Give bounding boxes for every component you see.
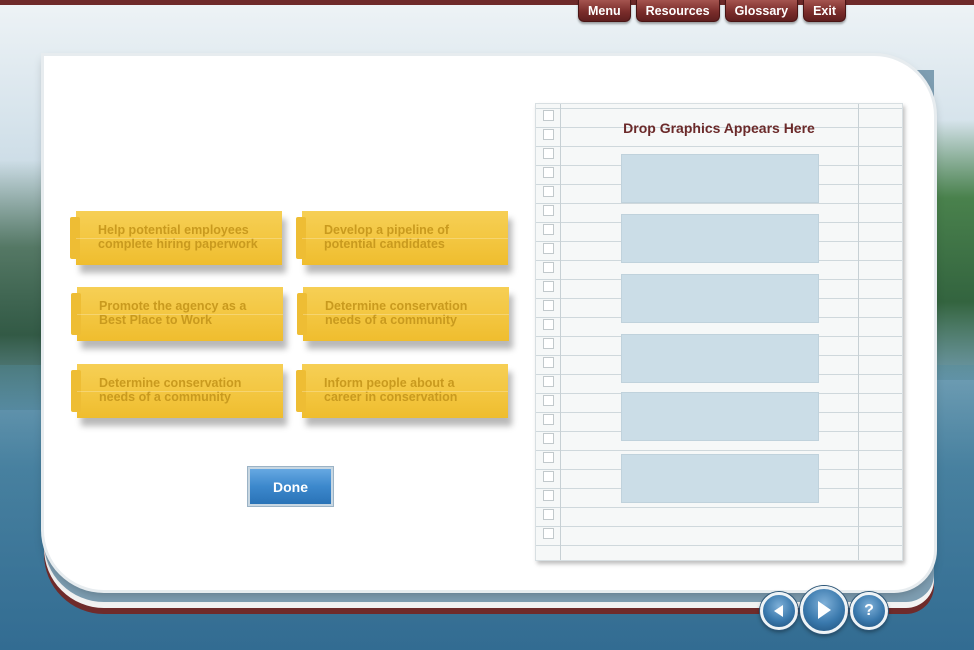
exit-button[interactable]: Exit [803, 0, 847, 22]
notebook-hole [543, 357, 554, 368]
notebook-title: Drop Graphics Appears Here [623, 120, 815, 136]
top-nav: Menu Resources Glossary Exit [578, 0, 847, 22]
notebook-hole [543, 281, 554, 292]
sticky-note[interactable]: Determine conservation needs of a commun… [297, 287, 509, 341]
notebook-hole [543, 186, 554, 197]
notebook-hole [543, 148, 554, 159]
sticky-note[interactable]: Help potential employees complete hiring… [70, 211, 282, 265]
notebook-drop-area: Drop Graphics Appears Here [535, 103, 903, 561]
help-icon: ? [864, 602, 874, 619]
notebook-hole [543, 414, 554, 425]
notebook-hole [543, 300, 554, 311]
notebook-margin-line [858, 104, 859, 560]
notebook-hole [543, 262, 554, 273]
next-arrow-icon [818, 601, 831, 619]
sticky-note[interactable]: Promote the agency as a Best Place to Wo… [71, 287, 283, 341]
drop-zone[interactable] [621, 392, 819, 441]
menu-button[interactable]: Menu [578, 0, 631, 22]
drop-zone[interactable] [621, 214, 819, 263]
notebook-hole [543, 205, 554, 216]
notebook-hole [543, 319, 554, 330]
notebook-hole [543, 224, 554, 235]
back-button[interactable] [760, 592, 798, 630]
sticky-note[interactable]: Determine conservation needs of a commun… [71, 364, 283, 418]
back-arrow-icon [774, 605, 783, 617]
next-button[interactable] [800, 586, 848, 634]
background-trees-right [929, 120, 974, 380]
notebook-hole [543, 452, 554, 463]
notebook-hole [543, 167, 554, 178]
drop-zone[interactable] [621, 274, 819, 323]
notebook-hole [543, 433, 554, 444]
sticky-note[interactable]: Inform people about a career in conserva… [296, 364, 508, 418]
done-button[interactable]: Done [247, 466, 334, 507]
notebook-hole [543, 243, 554, 254]
notebook-hole [543, 395, 554, 406]
notebook-hole [543, 528, 554, 539]
notebook-hole [543, 376, 554, 387]
notebook-hole [543, 338, 554, 349]
drop-zone[interactable] [621, 154, 819, 203]
drop-zone[interactable] [621, 454, 819, 503]
drop-zone[interactable] [621, 334, 819, 383]
notebook-hole [543, 490, 554, 501]
resources-button[interactable]: Resources [635, 0, 720, 22]
notebook-hole [543, 471, 554, 482]
notebook-hole [543, 509, 554, 520]
notebook-margin-line [560, 104, 561, 560]
help-button[interactable]: ? [850, 592, 888, 630]
sticky-note[interactable]: Develop a pipeline of potential candidat… [296, 211, 508, 265]
glossary-button[interactable]: Glossary [724, 0, 799, 22]
